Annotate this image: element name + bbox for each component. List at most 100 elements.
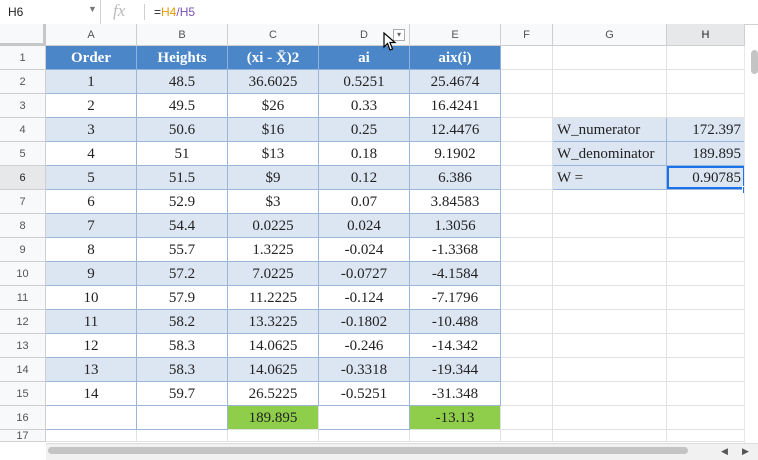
cell-f16[interactable]: [501, 406, 553, 430]
row-header-5[interactable]: 5: [0, 142, 46, 166]
cell-g16[interactable]: [553, 406, 667, 430]
cell-a2[interactable]: 1: [46, 70, 137, 94]
cell-e8[interactable]: 1.3056: [410, 214, 501, 238]
cell-g3[interactable]: [553, 94, 667, 118]
cell-a3[interactable]: 2: [46, 94, 137, 118]
cell-d12[interactable]: -0.1802: [319, 310, 410, 334]
name-box[interactable]: H6 ▼: [0, 0, 101, 24]
cell-b7[interactable]: 52.9: [137, 190, 228, 214]
cell-b14[interactable]: 58.3: [137, 358, 228, 382]
cell-d15[interactable]: -0.5251: [319, 382, 410, 406]
cell-a16[interactable]: [46, 406, 137, 430]
cell-b5[interactable]: 51: [137, 142, 228, 166]
cell-f14[interactable]: [501, 358, 553, 382]
table-header-2[interactable]: Heights: [137, 46, 228, 70]
cell-d4[interactable]: 0.25: [319, 118, 410, 142]
cell-b4[interactable]: 50.6: [137, 118, 228, 142]
row-header-12[interactable]: 12: [0, 310, 46, 334]
total-aix[interactable]: -13.13: [410, 406, 501, 430]
cell-b8[interactable]: 54.4: [137, 214, 228, 238]
cell-b17[interactable]: [137, 430, 228, 442]
cell-b10[interactable]: 57.2: [137, 262, 228, 286]
cell-e2[interactable]: 25.4674: [410, 70, 501, 94]
cell-c14[interactable]: 14.0625: [228, 358, 319, 382]
side-label-3[interactable]: W =: [553, 166, 667, 190]
cell-c13[interactable]: 14.0625: [228, 334, 319, 358]
cell-a9[interactable]: 8: [46, 238, 137, 262]
cell-b16[interactable]: [137, 406, 228, 430]
cell-e12[interactable]: -10.488: [410, 310, 501, 334]
cell-f2[interactable]: [501, 70, 553, 94]
cell-g1[interactable]: [553, 46, 667, 70]
cell-a5[interactable]: 4: [46, 142, 137, 166]
cell-g12[interactable]: [553, 310, 667, 334]
side-label-2[interactable]: W_denominator: [553, 142, 667, 166]
row-header-1[interactable]: 1: [0, 46, 46, 70]
cell-e11[interactable]: -7.1796: [410, 286, 501, 310]
cell-a10[interactable]: 9: [46, 262, 137, 286]
horizontal-scroll-thumb[interactable]: [48, 447, 688, 454]
row-header-13[interactable]: 13: [0, 334, 46, 358]
column-header-c[interactable]: C: [228, 24, 319, 46]
cell-d6[interactable]: 0.12: [319, 166, 410, 190]
cell-f5[interactable]: [501, 142, 553, 166]
cell-f8[interactable]: [501, 214, 553, 238]
vertical-scrollbar[interactable]: [744, 46, 758, 443]
cell-f7[interactable]: [501, 190, 553, 214]
row-header-2[interactable]: 2: [0, 70, 46, 94]
cell-f9[interactable]: [501, 238, 553, 262]
cell-f10[interactable]: [501, 262, 553, 286]
cell-c12[interactable]: 13.3225: [228, 310, 319, 334]
cell-g10[interactable]: [553, 262, 667, 286]
cell-b11[interactable]: 57.9: [137, 286, 228, 310]
row-header-14[interactable]: 14: [0, 358, 46, 382]
cell-f11[interactable]: [501, 286, 553, 310]
column-header-h[interactable]: H: [667, 24, 745, 46]
cell-a6[interactable]: 5: [46, 166, 137, 190]
cell-a11[interactable]: 10: [46, 286, 137, 310]
table-header-5[interactable]: aix(i): [410, 46, 501, 70]
cell-e7[interactable]: 3.84583: [410, 190, 501, 214]
cell-g17[interactable]: [553, 430, 667, 442]
cell-g13[interactable]: [553, 334, 667, 358]
cell-b12[interactable]: 58.2: [137, 310, 228, 334]
chevron-down-icon[interactable]: ▼: [88, 4, 97, 14]
cell-f13[interactable]: [501, 334, 553, 358]
cell-a7[interactable]: 6: [46, 190, 137, 214]
cell-c5[interactable]: $13: [228, 142, 319, 166]
cell-h1[interactable]: [667, 46, 745, 70]
cell-h9[interactable]: [667, 238, 745, 262]
cell-h11[interactable]: [667, 286, 745, 310]
cell-f6[interactable]: [501, 166, 553, 190]
cell-c3[interactable]: $26: [228, 94, 319, 118]
row-header-15[interactable]: 15: [0, 382, 46, 406]
side-label-1[interactable]: W_numerator: [553, 118, 667, 142]
cell-d2[interactable]: 0.5251: [319, 70, 410, 94]
cell-g2[interactable]: [553, 70, 667, 94]
cell-e14[interactable]: -19.344: [410, 358, 501, 382]
cell-b13[interactable]: 58.3: [137, 334, 228, 358]
cell-d13[interactable]: -0.246: [319, 334, 410, 358]
cell-c2[interactable]: 36.6025: [228, 70, 319, 94]
side-value-2[interactable]: 189.895: [667, 142, 745, 166]
column-header-e[interactable]: E: [410, 24, 501, 46]
cell-e10[interactable]: -4.1584: [410, 262, 501, 286]
cell-e13[interactable]: -14.342: [410, 334, 501, 358]
cell-d8[interactable]: 0.024: [319, 214, 410, 238]
scroll-left-icon[interactable]: ◀: [721, 446, 728, 457]
cell-f4[interactable]: [501, 118, 553, 142]
cell-a17[interactable]: [46, 430, 137, 442]
cell-h7[interactable]: [667, 190, 745, 214]
table-header-3[interactable]: (xi - X̄)2: [228, 46, 319, 70]
cell-a14[interactable]: 13: [46, 358, 137, 382]
cell-h2[interactable]: [667, 70, 745, 94]
cell-c10[interactable]: 7.0225: [228, 262, 319, 286]
cell-h15[interactable]: [667, 382, 745, 406]
cell-b6[interactable]: 51.5: [137, 166, 228, 190]
cell-h16[interactable]: [667, 406, 745, 430]
cell-g9[interactable]: [553, 238, 667, 262]
cell-d14[interactable]: -0.3318: [319, 358, 410, 382]
row-header-7[interactable]: 7: [0, 190, 46, 214]
row-header-17[interactable]: 17: [0, 430, 46, 442]
cell-c11[interactable]: 11.2225: [228, 286, 319, 310]
